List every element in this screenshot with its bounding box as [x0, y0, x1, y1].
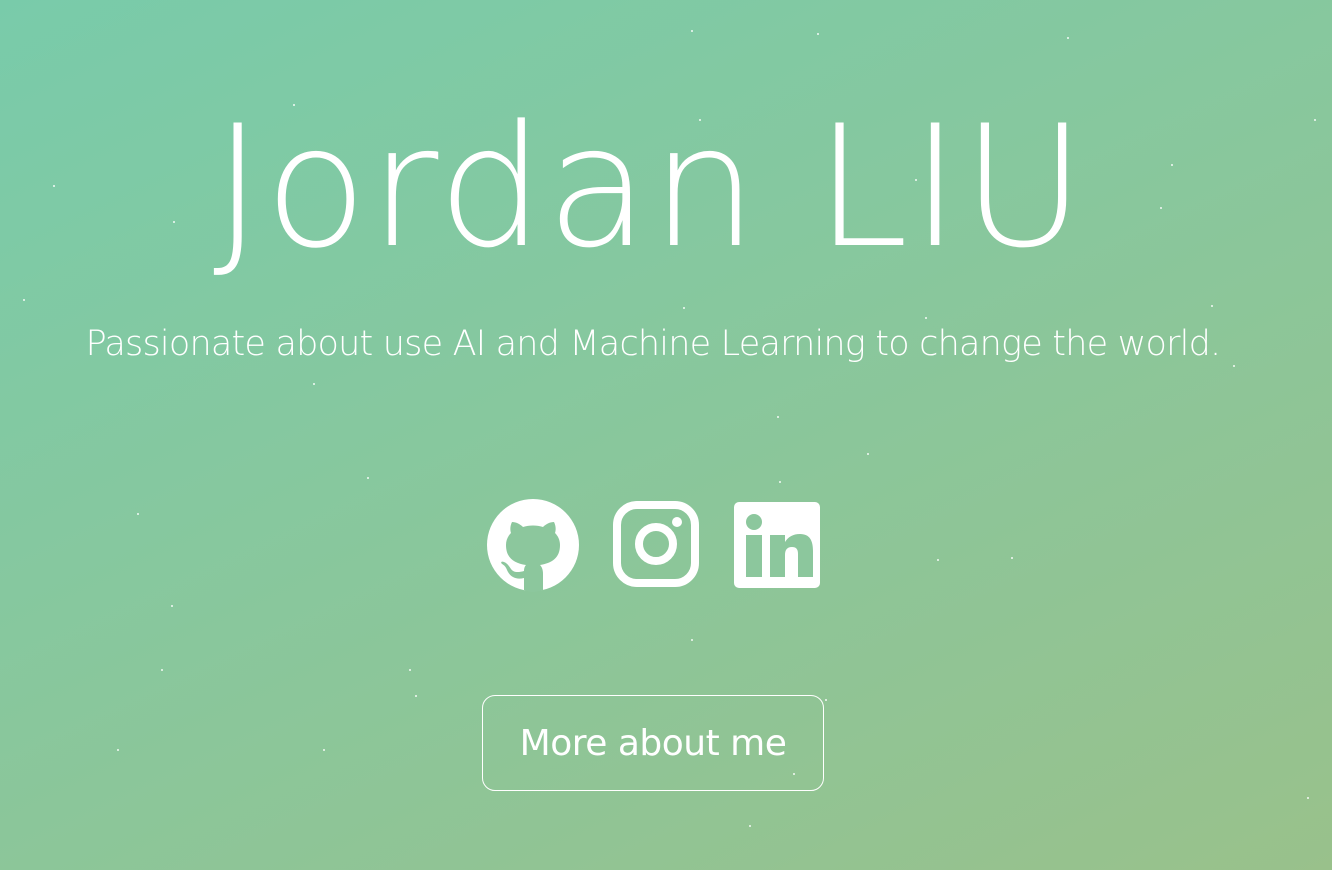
instagram-link[interactable]: [610, 498, 702, 590]
github-link[interactable]: [486, 498, 579, 592]
linkedin-link[interactable]: [734, 498, 826, 590]
more-about-me-button[interactable]: More about me: [482, 695, 824, 791]
github-icon: [487, 499, 579, 592]
linkedin-icon: [734, 502, 820, 588]
hero-tagline: Passionate about use AI and Machine Lear…: [85, 324, 1221, 364]
hero-name-title: Jordan LIU: [212, 89, 1088, 285]
instagram-icon: [613, 501, 699, 587]
social-links: [486, 498, 826, 592]
hero-section: Jordan LIU Passionate about use AI and M…: [0, 0, 1332, 870]
